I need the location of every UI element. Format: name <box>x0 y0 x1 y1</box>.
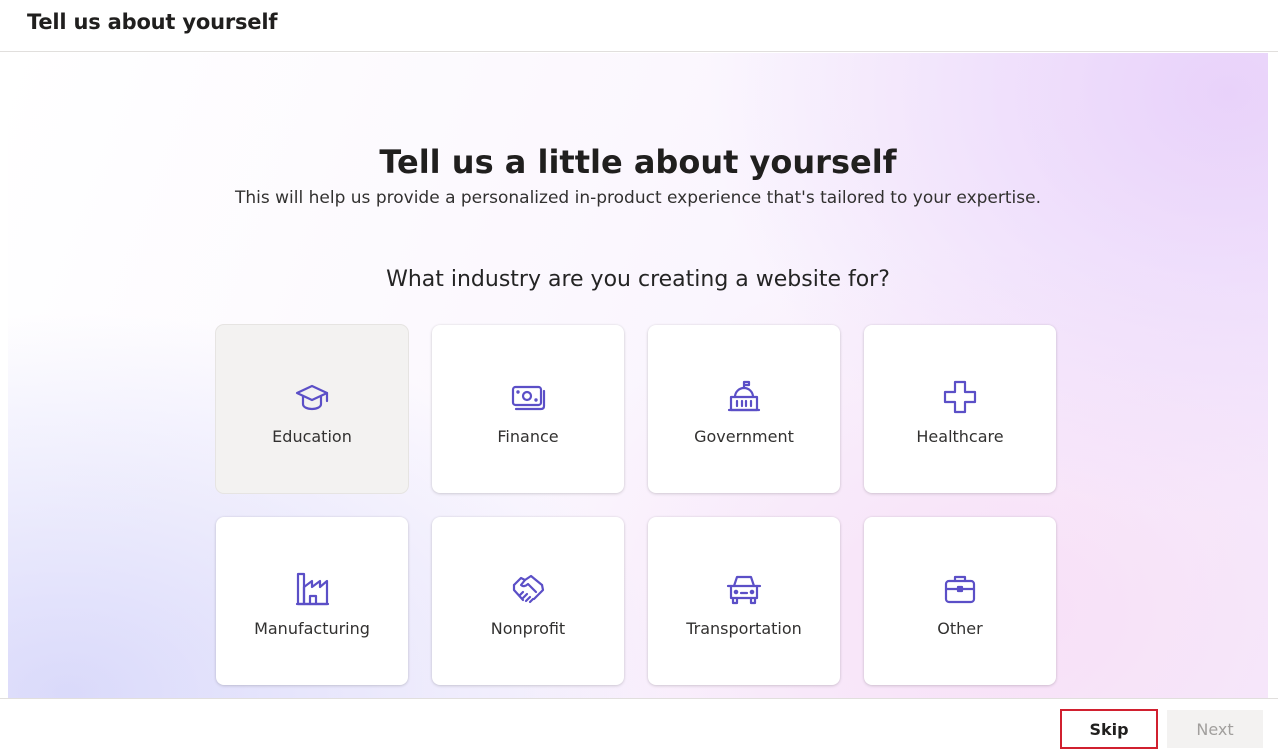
briefcase-icon <box>942 571 978 607</box>
industry-label: Manufacturing <box>254 619 370 638</box>
money-icon <box>510 379 546 415</box>
industry-card-education[interactable]: Education <box>216 325 408 493</box>
industry-card-manufacturing[interactable]: Manufacturing <box>216 517 408 685</box>
industry-card-other[interactable]: Other <box>864 517 1056 685</box>
government-building-icon <box>726 379 762 415</box>
window-title: Tell us about yourself <box>27 10 278 34</box>
graduation-cap-icon <box>294 379 330 415</box>
industry-question: What industry are you creating a website… <box>386 267 890 292</box>
industry-label: Finance <box>497 427 559 446</box>
handshake-icon <box>510 571 546 607</box>
industry-card-healthcare[interactable]: Healthcare <box>864 325 1056 493</box>
footer-bar: Skip Next <box>0 698 1278 754</box>
industry-label: Government <box>694 427 794 446</box>
car-icon <box>726 571 762 607</box>
industry-card-finance[interactable]: Finance <box>432 325 624 493</box>
industry-card-transportation[interactable]: Transportation <box>648 517 840 685</box>
skip-button[interactable]: Skip <box>1060 709 1158 749</box>
industry-label: Other <box>937 619 983 638</box>
industry-label: Healthcare <box>916 427 1004 446</box>
industry-label: Transportation <box>686 619 802 638</box>
industry-label: Education <box>272 427 352 446</box>
page-subheading: This will help us provide a personalized… <box>235 188 1041 208</box>
industry-label: Nonprofit <box>490 619 566 638</box>
top-bar: Tell us about yourself <box>0 0 1278 52</box>
medical-cross-icon <box>942 379 978 415</box>
page-heading: Tell us a little about yourself <box>379 143 897 181</box>
industry-card-nonprofit[interactable]: Nonprofit <box>432 517 624 685</box>
industry-card-government[interactable]: Government <box>648 325 840 493</box>
factory-icon <box>294 571 330 607</box>
main-content: Tell us a little about yourself This wil… <box>8 53 1268 698</box>
next-button[interactable]: Next <box>1167 710 1263 748</box>
